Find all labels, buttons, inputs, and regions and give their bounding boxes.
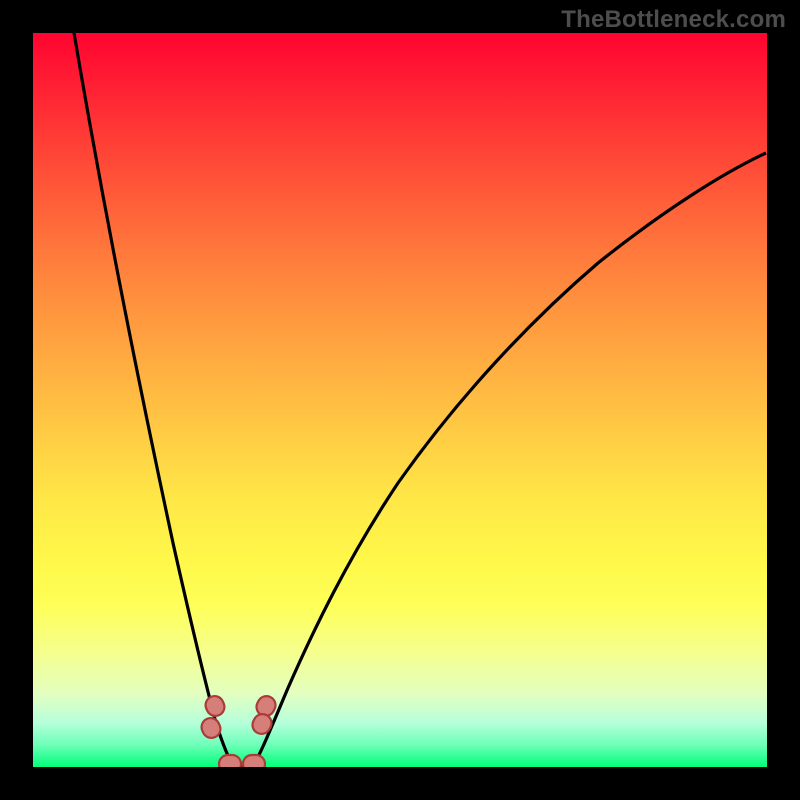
left-curve [74,33,233,766]
outer-frame: TheBottleneck.com [0,0,800,800]
chart-svg [33,33,767,767]
markers-group [199,693,279,767]
plot-area [33,33,767,767]
right-curve [253,153,766,766]
watermark-text: TheBottleneck.com [561,6,786,34]
marker-trough-right [243,755,265,767]
marker-trough-left [219,755,241,767]
marker-left-pair-top [203,693,228,719]
